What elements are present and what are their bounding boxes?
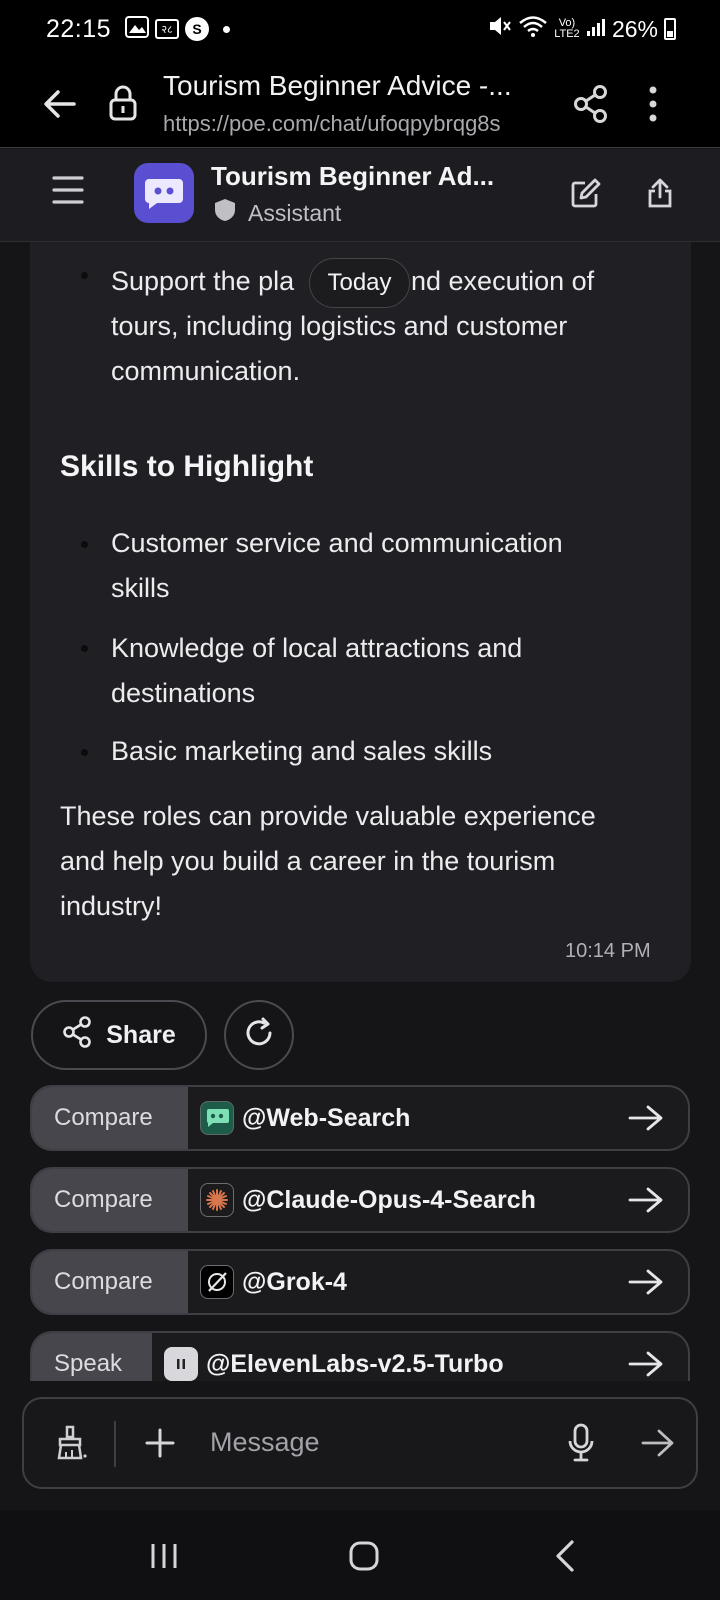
- lock-icon[interactable]: [108, 84, 138, 122]
- suggestion-bot: @Grok-4: [242, 1267, 347, 1296]
- message-line: and help you build a career in the touri…: [60, 846, 556, 876]
- menu-icon[interactable]: [52, 173, 84, 207]
- suggestion-action[interactable]: Compare: [32, 1251, 188, 1313]
- suggestion-action[interactable]: Compare: [32, 1169, 188, 1231]
- message-line: industry!: [60, 891, 163, 921]
- url-text[interactable]: https://poe.com/chat/ufoqpybrqg8s: [163, 111, 501, 137]
- share-button[interactable]: Share: [31, 1000, 207, 1070]
- message-timestamp: 10:14 PM: [565, 940, 651, 962]
- starburst-icon: [200, 1183, 234, 1217]
- chat-header: Tourism Beginner Ad... Assistant: [0, 149, 720, 242]
- more-notifications-dot: [223, 25, 231, 33]
- gallery-icon: [125, 14, 150, 45]
- message-composer[interactable]: Message: [22, 1397, 698, 1489]
- bot-avatar[interactable]: [134, 163, 194, 223]
- message-line: nd execution of: [411, 266, 595, 296]
- microphone-icon[interactable]: [568, 1423, 594, 1463]
- browser-toolbar: Tourism Beginner Advice -... https://poe…: [0, 58, 720, 148]
- arrow-right-icon[interactable]: [626, 1185, 666, 1215]
- new-chat-icon[interactable]: [570, 177, 602, 209]
- suggestion-bot: @ElevenLabs-v2.5-Turbo: [206, 1349, 504, 1378]
- pause-icon: [164, 1347, 198, 1381]
- bullet: [81, 541, 88, 548]
- bullet: [81, 645, 88, 652]
- s-app-icon: S: [185, 17, 210, 41]
- skill-item: Basic marketing and sales skills: [111, 736, 493, 766]
- message-line: communication.: [111, 356, 301, 386]
- suggestion-action[interactable]: Speak: [32, 1333, 152, 1381]
- more-vert-icon[interactable]: [646, 84, 660, 124]
- export-icon[interactable]: [646, 177, 674, 209]
- arrow-right-icon[interactable]: [626, 1103, 666, 1133]
- skill-item: Customer service and communication: [111, 528, 563, 558]
- suggestion-action[interactable]: Compare: [32, 1087, 188, 1149]
- suggestion-row[interactable]: Compare @Grok-4: [30, 1249, 690, 1315]
- suggestion-bot: @Claude-Opus-4-Search: [242, 1185, 536, 1214]
- skill-item: destinations: [111, 678, 256, 708]
- regenerate-button[interactable]: [224, 1000, 294, 1070]
- back-icon[interactable]: [555, 1539, 575, 1573]
- home-icon[interactable]: [348, 1540, 380, 1572]
- grok-slash-icon: [200, 1265, 234, 1299]
- mute-icon: [486, 13, 512, 45]
- plus-icon[interactable]: [144, 1427, 176, 1459]
- wifi-icon: [518, 14, 548, 44]
- skill-item: Knowledge of local attractions and: [111, 633, 523, 663]
- status-bar: 22:15 २८ S Vo) LTE2 26%: [0, 0, 720, 58]
- share-label: Share: [106, 1020, 176, 1049]
- network-label: Vo) LTE2: [554, 17, 580, 40]
- battery-percent: 26%: [611, 15, 658, 42]
- suggestion-row[interactable]: Compare @Web-Search: [30, 1085, 690, 1151]
- battery-icon: [664, 18, 676, 40]
- arrow-right-icon[interactable]: [626, 1349, 666, 1379]
- divider: [114, 1421, 116, 1467]
- skill-item: skills: [111, 573, 170, 603]
- share-icon: [62, 1015, 92, 1055]
- bullet: [81, 749, 88, 756]
- message-line: tours, including logistics and customer: [111, 311, 568, 341]
- message-line: Support the pla: [111, 266, 295, 296]
- back-arrow-icon[interactable]: [40, 84, 80, 124]
- robot-icon: [200, 1101, 234, 1135]
- message-line: These roles can provide valuable experie…: [60, 801, 596, 831]
- system-nav-bar: [0, 1510, 720, 1600]
- clear-context-icon[interactable]: [54, 1425, 88, 1461]
- shield-icon: [214, 198, 236, 228]
- chat-subtitle: Assistant: [248, 199, 342, 226]
- date-pill: Today: [309, 258, 410, 308]
- recent-apps-icon[interactable]: [150, 1542, 178, 1570]
- refresh-icon: [242, 1016, 276, 1055]
- share-icon[interactable]: [572, 84, 610, 124]
- suggestion-row[interactable]: Speak @ElevenLabs-v2.5-Turbo: [30, 1331, 690, 1381]
- page-title: Tourism Beginner Advice -...: [163, 70, 512, 101]
- notification-box-icon: २८: [155, 19, 180, 39]
- arrow-right-icon[interactable]: [626, 1267, 666, 1297]
- signal-icon: [586, 16, 606, 43]
- status-time: 22:15: [46, 14, 112, 43]
- message-heading: Skills to Highlight: [60, 450, 314, 483]
- suggestion-bot: @Web-Search: [242, 1103, 411, 1132]
- chat-title[interactable]: Tourism Beginner Ad...: [211, 161, 494, 192]
- bullet: [81, 272, 88, 279]
- message-input[interactable]: Message: [210, 1427, 320, 1458]
- suggestion-row[interactable]: Compare @Claude-Opus-4-Search: [30, 1167, 690, 1233]
- send-arrow-icon[interactable]: [640, 1427, 676, 1459]
